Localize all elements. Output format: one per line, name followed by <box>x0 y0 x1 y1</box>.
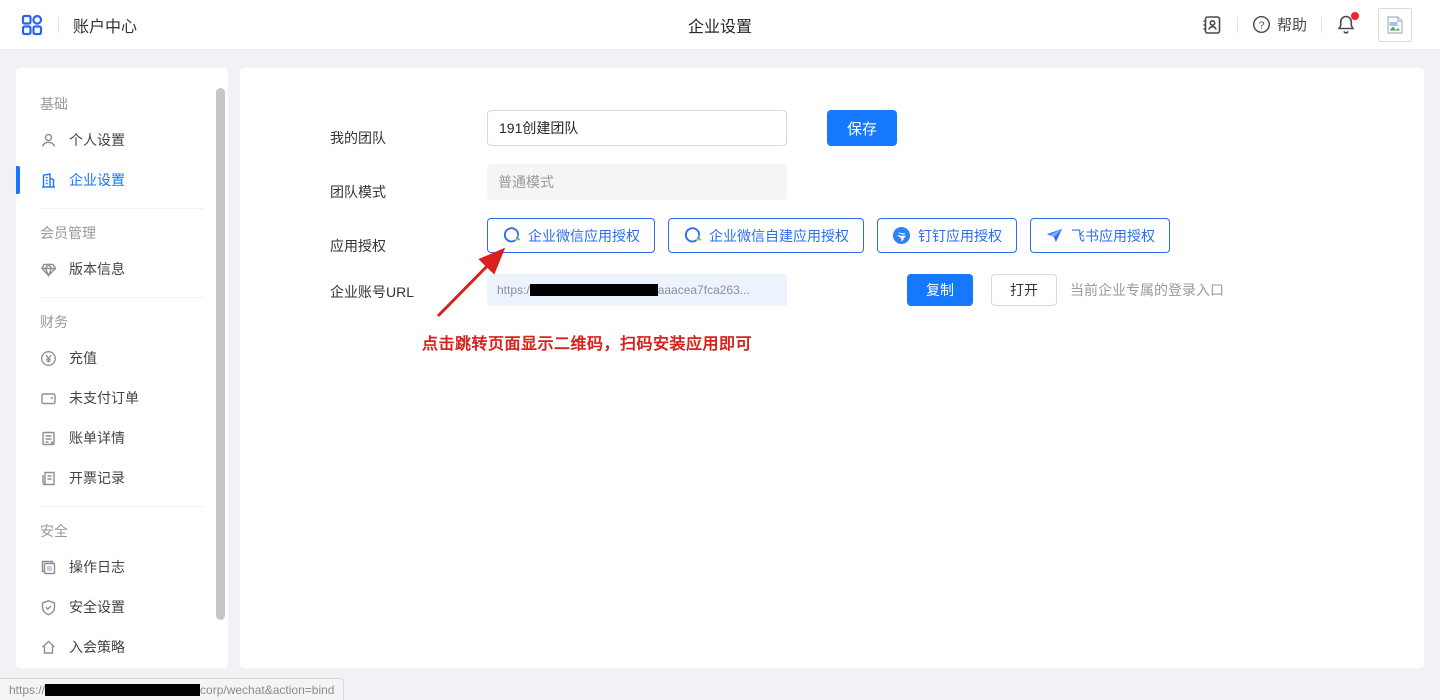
shield-check-icon <box>40 599 57 616</box>
header-divider <box>1237 17 1238 33</box>
sidebar-section-security: 安全 <box>40 521 218 541</box>
sidebar-item-recharge[interactable]: 充值 <box>40 338 218 378</box>
url-redaction <box>530 284 658 296</box>
sidebar-item-label: 入会策略 <box>69 637 125 657</box>
enterprise-url-label: 企业账号URL <box>330 282 414 302</box>
sidebar-item-label: 个人设置 <box>69 130 125 150</box>
sidebar-section-membership: 会员管理 <box>40 223 218 243</box>
sidebar-section-finance: 财务 <box>40 312 218 332</box>
sidebar-item-operation-logs[interactable]: 操作日志 <box>40 547 218 587</box>
broken-image-icon <box>1385 15 1405 35</box>
sidebar-item-bill-details[interactable]: 账单详情 <box>40 418 218 458</box>
sidebar-scrollbar[interactable] <box>216 88 225 620</box>
notifications-button[interactable] <box>1336 14 1356 35</box>
svg-text:?: ? <box>1259 20 1265 31</box>
auth-button-label: 飞书应用授权 <box>1071 226 1155 246</box>
url-hint-text: 当前企业专属的登录入口 <box>1070 280 1224 300</box>
open-url-button[interactable]: 打开 <box>991 274 1057 306</box>
header-divider <box>1321 17 1322 33</box>
apps-grid-icon[interactable] <box>20 13 44 37</box>
help-label: 帮助 <box>1277 14 1307 35</box>
auth-button-label: 企业微信应用授权 <box>528 226 640 246</box>
url-prefix: https:/ <box>497 283 530 297</box>
user-icon <box>40 132 57 149</box>
diamond-icon <box>40 261 57 278</box>
help-circle-icon: ? <box>1252 15 1271 34</box>
url-suffix: aaacea7fca263... <box>658 283 750 297</box>
sidebar-item-label: 账单详情 <box>69 428 125 448</box>
auth-button-label: 企业微信自建应用授权 <box>709 226 849 246</box>
app-auth-label: 应用授权 <box>330 236 386 256</box>
wecom-selfbuilt-auth-button[interactable]: 企业微信自建应用授权 <box>668 218 864 253</box>
dingtalk-auth-button[interactable]: 钉钉应用授权 <box>877 218 1017 253</box>
feishu-auth-button[interactable]: 飞书应用授权 <box>1030 218 1170 253</box>
team-mode-input <box>487 164 787 200</box>
status-url-prefix: https:// <box>9 683 45 697</box>
sidebar-item-label: 充值 <box>69 348 97 368</box>
wecom-icon <box>502 226 521 245</box>
recharge-yen-icon <box>40 350 57 367</box>
avatar[interactable] <box>1378 8 1412 42</box>
sidebar-item-label: 企业设置 <box>69 170 125 190</box>
bill-icon <box>40 430 57 447</box>
sidebar-item-label: 开票记录 <box>69 468 125 488</box>
sidebar: 基础 个人设置 企业设置 会员管理 版本信息 财务 <box>16 68 228 668</box>
sidebar-divider <box>40 297 204 298</box>
help-button[interactable]: ? 帮助 <box>1252 14 1307 35</box>
dingtalk-icon <box>892 226 911 245</box>
team-name-label: 我的团队 <box>330 128 386 148</box>
building-icon <box>40 172 57 189</box>
invoice-icon <box>40 470 57 487</box>
sidebar-item-label: 操作日志 <box>69 557 125 577</box>
sidebar-item-version-info[interactable]: 版本信息 <box>40 249 218 289</box>
house-icon <box>40 639 57 656</box>
team-mode-label: 团队模式 <box>330 182 386 202</box>
sidebar-item-enterprise-settings[interactable]: 企业设置 <box>40 160 218 200</box>
auth-button-label: 钉钉应用授权 <box>918 226 1002 246</box>
contacts-book-icon[interactable] <box>1201 14 1223 36</box>
enterprise-settings-panel: 我的团队 保存 团队模式 应用授权 企业微信应用授权 企业微信自建应用授权 <box>240 68 1424 668</box>
wallet-icon <box>40 390 57 407</box>
top-header: 账户中心 企业设置 ? 帮助 <box>0 0 1440 50</box>
sidebar-item-invoice-records[interactable]: 开票记录 <box>40 458 218 498</box>
status-url-suffix: corp/wechat&action=bind <box>200 683 334 697</box>
sidebar-divider <box>40 506 204 507</box>
sidebar-item-label: 版本信息 <box>69 259 125 279</box>
annotation-text: 点击跳转页面显示二维码，扫码安装应用即可 <box>422 330 752 354</box>
log-icon <box>40 559 57 576</box>
wecom-icon <box>683 226 702 245</box>
save-button[interactable]: 保存 <box>827 110 897 146</box>
enterprise-url-value[interactable]: https:/ aaacea7fca263... <box>487 274 787 306</box>
sidebar-item-personal-settings[interactable]: 个人设置 <box>40 120 218 160</box>
sidebar-item-join-policy[interactable]: 入会策略 <box>40 627 218 667</box>
feishu-icon <box>1045 226 1064 245</box>
notification-dot <box>1351 12 1359 20</box>
copy-url-button[interactable]: 复制 <box>907 274 973 306</box>
product-area-label: 账户中心 <box>73 13 137 37</box>
sidebar-section-basic: 基础 <box>40 94 218 114</box>
sidebar-item-label: 安全设置 <box>69 597 125 617</box>
app-auth-buttons: 企业微信应用授权 企业微信自建应用授权 钉钉应用授权 飞书 <box>487 218 1170 253</box>
sidebar-item-security-settings[interactable]: 安全设置 <box>40 587 218 627</box>
sidebar-item-label: 未支付订单 <box>69 388 139 408</box>
sidebar-item-unpaid-orders[interactable]: 未支付订单 <box>40 378 218 418</box>
status-url-redaction <box>45 684 200 696</box>
wecom-auth-button[interactable]: 企业微信应用授权 <box>487 218 655 253</box>
header-divider <box>58 17 59 33</box>
browser-status-bar: https:// corp/wechat&action=bind <box>0 678 344 700</box>
sidebar-divider <box>40 208 204 209</box>
team-name-input[interactable] <box>487 110 787 146</box>
